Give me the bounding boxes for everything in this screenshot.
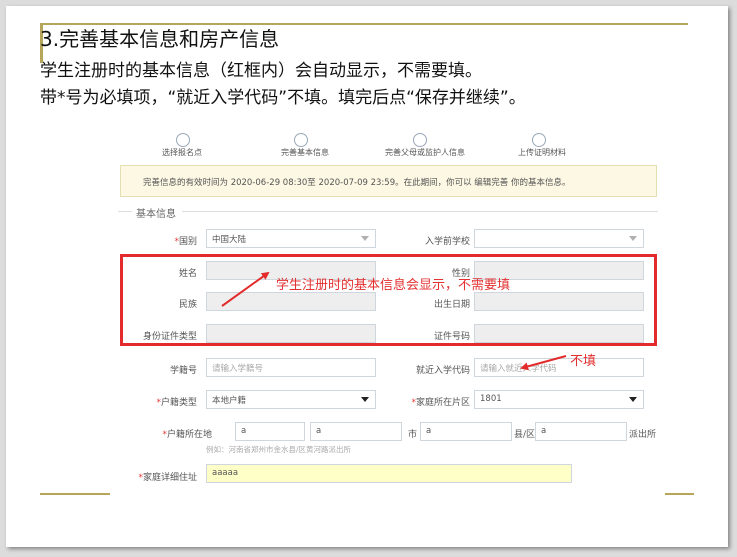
annotation-arrows xyxy=(221,271,567,371)
no-fill-arrow xyxy=(520,355,567,371)
auto-display-arrow xyxy=(221,271,270,307)
